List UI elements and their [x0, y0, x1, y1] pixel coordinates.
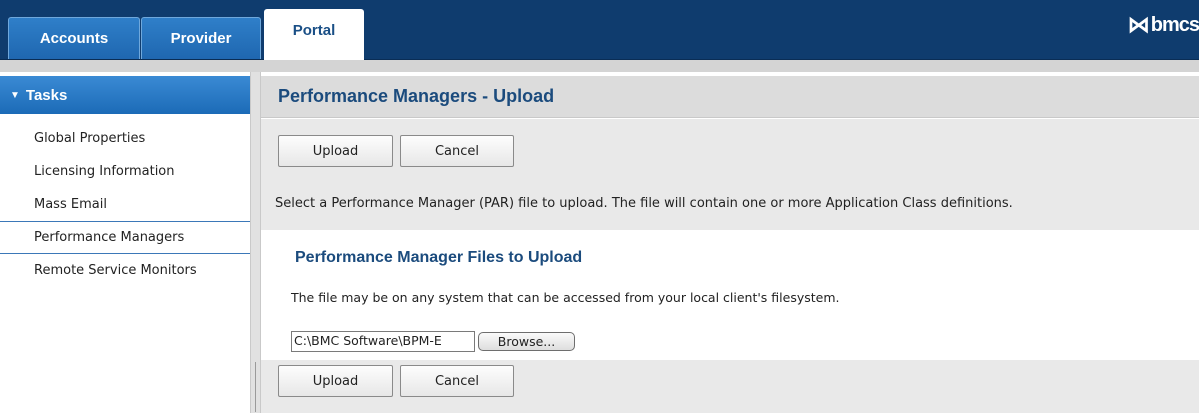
bmc-logo-text: bmcs [1150, 13, 1199, 36]
upload-button-bottom[interactable]: Upload [278, 365, 393, 397]
main-panel: Performance Managers - Upload Upload Can… [261, 72, 1199, 413]
cancel-button-top[interactable]: Cancel [400, 135, 514, 167]
sidebar-item-performance-managers[interactable]: Performance Managers [0, 221, 250, 254]
tasks-section-header[interactable]: ▼ Tasks [0, 76, 250, 114]
top-toolbar: Upload Cancel [261, 119, 1199, 177]
upload-section: Performance Manager Files to Upload The … [261, 230, 1199, 360]
bottom-toolbar: Upload Cancel [261, 360, 1199, 413]
tasks-section-title: Tasks [25, 86, 68, 104]
tab-provider[interactable]: Provider [141, 17, 261, 59]
bmc-logo-icon: ⋈ [1127, 12, 1150, 37]
sidebar-item-label: Mass Email [34, 197, 107, 212]
sidebar-item-label: Remote Service Monitors [34, 263, 197, 278]
tab-accounts-label: Accounts [39, 30, 109, 47]
sidebar-item-global-properties[interactable]: Global Properties [0, 122, 250, 155]
collapse-triangle-icon: ▼ [10, 89, 20, 101]
tab-portal-label: Portal [292, 22, 336, 39]
header-separator [0, 60, 1199, 72]
sidebar: ▼ Tasks Global Properties Licensing Info… [0, 72, 250, 413]
cancel-button-bottom[interactable]: Cancel [400, 365, 514, 397]
sidebar-item-label: Global Properties [34, 131, 146, 146]
bmc-logo: ⋈ bmcs [1128, 10, 1199, 40]
top-nav-bar: Accounts Provider Portal ⋈ bmcs [0, 0, 1199, 60]
splitter-grip-icon [255, 362, 256, 412]
sidebar-splitter[interactable] [250, 72, 261, 413]
tab-provider-label: Provider [170, 30, 232, 47]
file-path-input[interactable]: C:\BMC Software\BPM-E [291, 331, 475, 352]
upload-section-heading: Performance Manager Files to Upload [295, 249, 583, 266]
browse-button[interactable]: Browse... [478, 332, 575, 351]
sidebar-item-label: Licensing Information [34, 164, 175, 179]
tab-accounts[interactable]: Accounts [8, 17, 140, 59]
page-title: Performance Managers - Upload [261, 76, 1199, 118]
sidebar-item-label: Performance Managers [34, 230, 185, 245]
sidebar-item-mass-email[interactable]: Mass Email [0, 188, 250, 221]
tab-portal[interactable]: Portal [264, 9, 364, 60]
task-list: Global Properties Licensing Information … [0, 122, 250, 287]
sidebar-item-licensing-information[interactable]: Licensing Information [0, 155, 250, 188]
upload-button-top[interactable]: Upload [278, 135, 393, 167]
upload-section-description: The file may be on any system that can b… [291, 290, 840, 305]
instructions-text: Select a Performance Manager (PAR) file … [261, 177, 1199, 230]
sidebar-item-remote-service-monitors[interactable]: Remote Service Monitors [0, 254, 250, 287]
